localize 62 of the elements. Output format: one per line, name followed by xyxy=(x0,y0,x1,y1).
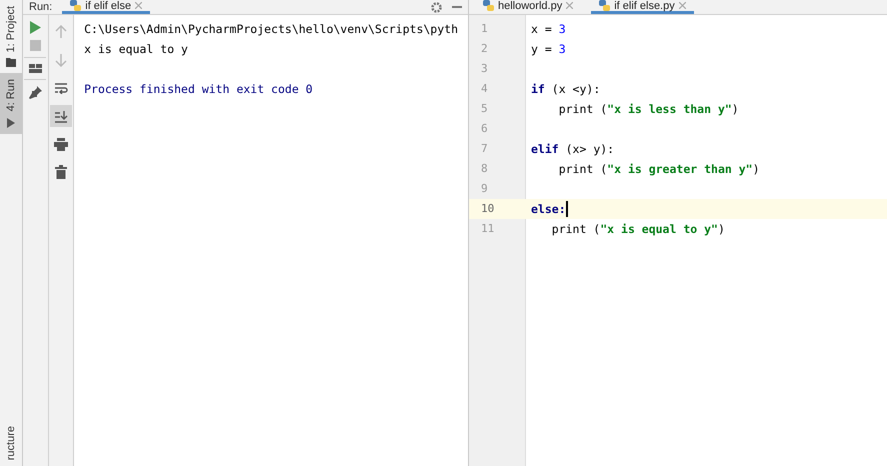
tab-label: helloworld.py xyxy=(498,0,562,12)
code-token: "x is greater than y" xyxy=(607,161,753,178)
console-tool-button[interactable] xyxy=(50,105,72,127)
line-number: 10 xyxy=(480,201,496,217)
line-number: 8 xyxy=(480,161,489,177)
line-number: 5 xyxy=(480,101,489,117)
close-icon[interactable] xyxy=(678,2,686,9)
line-number: 4 xyxy=(480,81,489,97)
code-token: elif xyxy=(531,141,559,158)
layout-icon[interactable] xyxy=(28,64,42,73)
soft-wrap-icon xyxy=(54,82,68,94)
play-icon xyxy=(7,118,15,128)
code-token: 3 xyxy=(558,21,566,38)
python-file-icon xyxy=(599,0,610,11)
console-line: C:\Users\Admin\PycharmProjects\hello\venv\Scripts\pyth xyxy=(84,22,458,36)
code-token: y = xyxy=(531,41,553,58)
code-token: x = xyxy=(531,21,553,38)
folder-icon xyxy=(6,58,16,68)
code-token: else: xyxy=(531,201,566,218)
code-token: "x is equal to y" xyxy=(600,221,718,238)
text-caret xyxy=(566,201,568,217)
python-file-icon xyxy=(483,0,494,11)
tool-window-tab[interactable]: 1: Project xyxy=(0,0,22,74)
run-tab[interactable]: if elif else xyxy=(62,0,150,14)
tab-label: if elif else xyxy=(85,0,132,12)
run-icon[interactable] xyxy=(30,21,41,34)
code-token: 3 xyxy=(558,41,566,58)
trash-icon xyxy=(54,165,67,179)
line-number: 7 xyxy=(480,141,489,157)
stop-icon[interactable] xyxy=(30,40,41,51)
code-token: (x <y): xyxy=(550,81,600,98)
line-number: 2 xyxy=(480,41,489,57)
line-number: 9 xyxy=(480,181,489,197)
up-arrow-icon xyxy=(54,25,67,39)
close-icon[interactable] xyxy=(135,2,142,9)
tab-label: if elif else.py xyxy=(614,0,675,12)
python-file-icon xyxy=(70,0,82,11)
code-token: "x is less than y" xyxy=(607,101,732,118)
code-token: ) xyxy=(732,101,739,118)
code-token: print ( xyxy=(550,221,600,238)
run-label: Run: xyxy=(29,1,52,13)
line-number: 3 xyxy=(480,61,489,77)
console-line: x is equal to y xyxy=(84,42,188,56)
code-token: ) xyxy=(718,221,725,238)
console-line: Process finished with exit code 0 xyxy=(84,82,313,96)
editor-tab[interactable]: helloworld.py xyxy=(475,0,582,14)
code-token: print ( xyxy=(558,161,608,178)
settings-icon[interactable] xyxy=(431,2,442,12)
line-number: 6 xyxy=(480,121,489,137)
printer-icon xyxy=(54,138,68,150)
code-token: ) xyxy=(752,161,760,178)
close-icon[interactable] xyxy=(566,2,574,9)
tool-window-tab[interactable]: ructure xyxy=(0,420,22,466)
line-number: 11 xyxy=(480,221,496,237)
scroll-to-end-icon xyxy=(54,110,68,122)
tool-window-tab[interactable]: 4: Run xyxy=(0,73,22,134)
code-token: (x> y): xyxy=(564,141,614,158)
code-token: print ( xyxy=(558,101,608,118)
code-token: if xyxy=(531,81,545,98)
down-arrow-icon xyxy=(54,53,67,67)
pin-icon[interactable] xyxy=(28,86,42,99)
line-number: 1 xyxy=(480,21,489,37)
